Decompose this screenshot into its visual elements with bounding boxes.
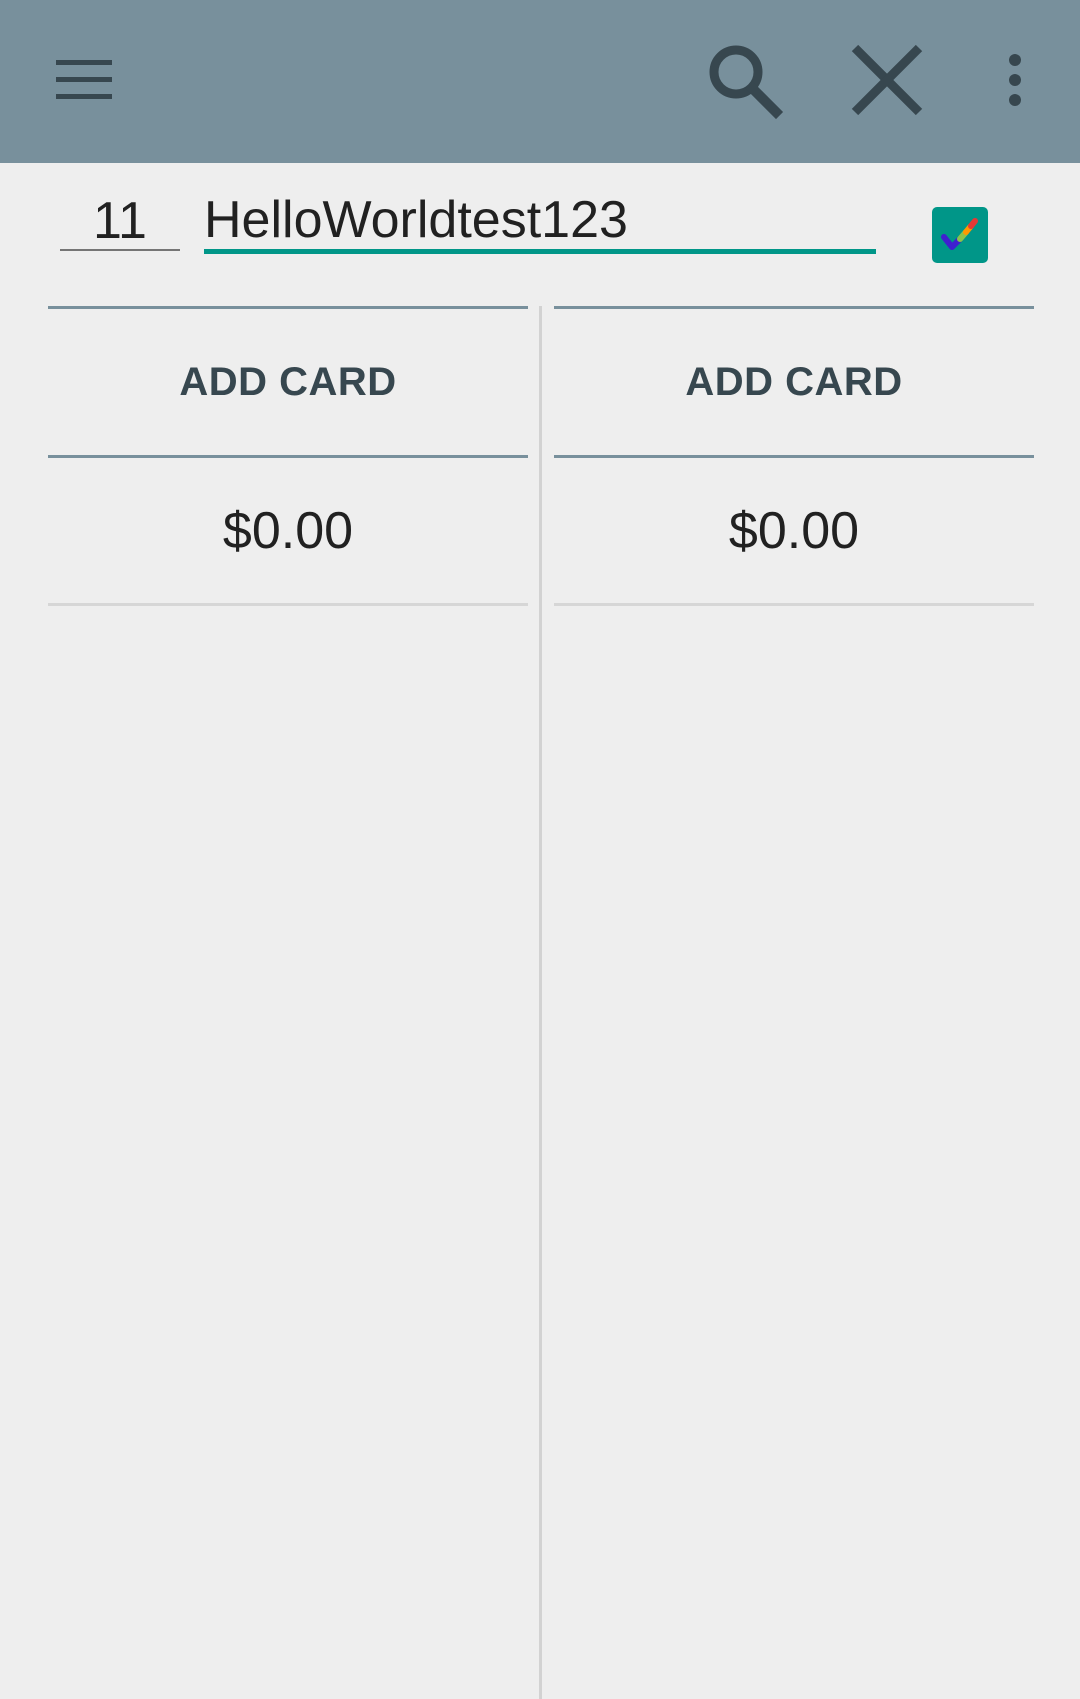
- pen-check-icon: [941, 218, 978, 250]
- more-vert-icon: [1009, 54, 1021, 106]
- more-options-button[interactable]: [990, 36, 1040, 124]
- editor-row: 11 HelloWorldtest123: [0, 163, 1080, 283]
- add-card-button[interactable]: ADD CARD: [48, 306, 528, 458]
- column-left: ADD CARD $0.00: [48, 306, 528, 606]
- close-button[interactable]: [843, 36, 931, 124]
- edit-toggle-button[interactable]: [932, 207, 988, 263]
- search-button[interactable]: [700, 36, 788, 124]
- column-total: $0.00: [48, 458, 528, 606]
- column-total: $0.00: [554, 458, 1034, 606]
- title-input[interactable]: HelloWorldtest123: [204, 191, 876, 254]
- column-divider: [539, 306, 542, 1699]
- close-icon: [851, 44, 923, 116]
- number-field[interactable]: 11: [60, 193, 180, 251]
- menu-icon: [56, 60, 112, 99]
- column-right: ADD CARD $0.00: [554, 306, 1034, 606]
- search-icon: [709, 45, 784, 120]
- top-app-bar: [0, 0, 1080, 163]
- menu-button[interactable]: [40, 36, 128, 124]
- add-card-button[interactable]: ADD CARD: [554, 306, 1034, 458]
